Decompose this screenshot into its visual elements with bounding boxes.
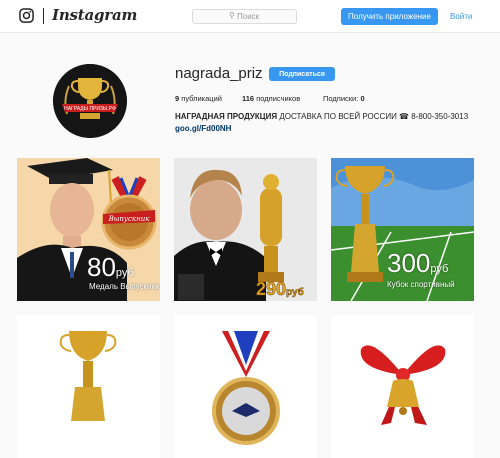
instagram-wordmark-logo[interactable]: Instagram (52, 6, 137, 24)
post-tile[interactable] (331, 315, 474, 458)
post-price: 80руб (87, 252, 134, 283)
avatar[interactable]: НАГРАДЫ ПРИЗЫ.РФ (53, 64, 127, 138)
price-value: 290 (256, 279, 287, 300)
post-caption: Медаль Выпускник (89, 282, 160, 291)
post-tile[interactable]: 300руб Кубок спортивный (331, 158, 474, 301)
top-navigation-bar: Instagram ⚲ Поиск Получить приложение Во… (0, 0, 500, 33)
avatar-ribbon-text: НАГРАДЫ ПРИЗЫ.РФ (64, 106, 116, 112)
post-price: 290руб (256, 279, 304, 300)
instagram-camera-icon[interactable] (19, 8, 34, 23)
bio-bold: НАГРАДНАЯ ПРОДУКЦИЯ (175, 112, 278, 121)
search-placeholder: Поиск (237, 12, 260, 21)
followers-stat[interactable]: 116 подписчиков (242, 94, 300, 103)
following-label: Подписки: (323, 94, 359, 103)
post-tile[interactable]: Выпускник 80руб Медаль Выпускник (17, 158, 160, 301)
posts-label: публикаций (181, 94, 222, 103)
profile-bio: НАГРАДНАЯ ПРОДУКЦИЯ ДОСТАВКА ПО ВСЕЙ РОС… (175, 112, 468, 121)
avatar-trophy-logo: НАГРАДЫ ПРИЗЫ.РФ (53, 64, 127, 138)
subscribe-button[interactable]: Подписаться (269, 67, 335, 81)
medal-badge-text: Выпускник (108, 215, 151, 223)
get-app-button[interactable]: Получить приложение (341, 8, 438, 25)
post-price: 300руб (387, 248, 448, 279)
search-input[interactable]: ⚲ Поиск (192, 9, 297, 24)
post-tile[interactable] (174, 315, 317, 458)
post-tile[interactable] (17, 315, 160, 458)
posts-count: 9 (175, 94, 180, 103)
bell-ribbon-image (331, 315, 474, 458)
followers-count: 116 (242, 94, 255, 103)
price-currency: руб (430, 263, 449, 275)
following-stat[interactable]: Подписки: 0 (323, 94, 365, 103)
medal-image (174, 315, 317, 458)
logo-divider (43, 8, 44, 24)
gold-cup-image (17, 315, 160, 458)
price-currency: руб (286, 287, 304, 299)
price-currency: руб (115, 267, 134, 279)
following-count: 0 (360, 94, 365, 103)
profile-link[interactable]: goo.gl/Fd00NH (175, 124, 231, 133)
bio-text: ДОСТАВКА ПО ВСЕЙ РОССИИ ☎ 8-800-350-3013 (279, 112, 469, 121)
followers-label: подписчиков (256, 94, 301, 103)
price-value: 300 (387, 248, 431, 278)
post-caption: Кубок спортивный (387, 280, 455, 289)
profile-username: nagrada_priz (175, 65, 263, 82)
post-tile[interactable]: 290руб (174, 158, 317, 301)
posts-stat: 9 публикаций (175, 94, 222, 103)
price-value: 80 (87, 252, 116, 282)
search-icon: ⚲ (229, 11, 235, 20)
login-link[interactable]: Войти (450, 12, 472, 21)
